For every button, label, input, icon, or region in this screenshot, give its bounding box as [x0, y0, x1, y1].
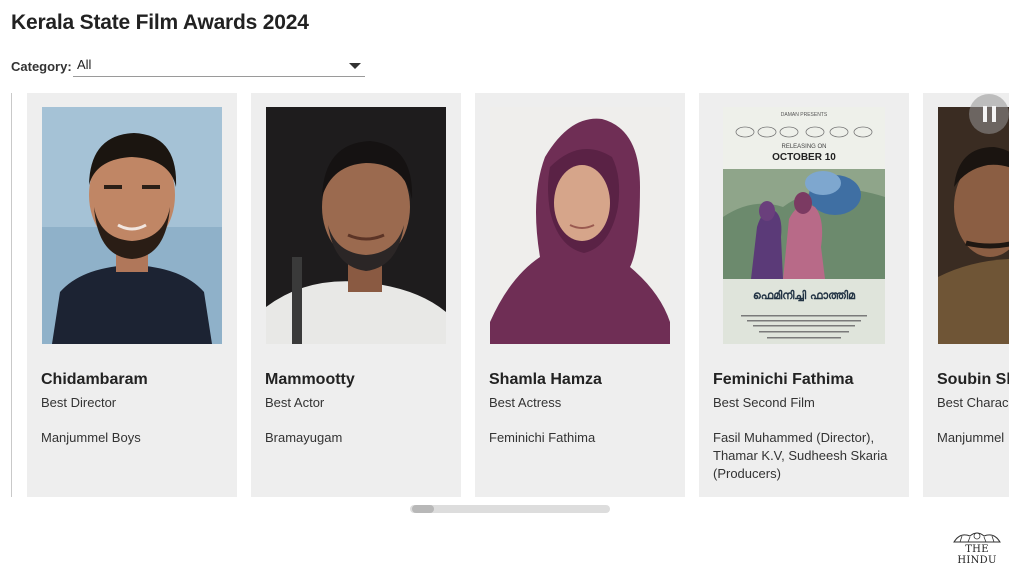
carousel-pause-button[interactable] [969, 94, 1009, 134]
winner-photo [938, 107, 1009, 344]
poster-release-date: OCTOBER 10 [772, 152, 836, 163]
award-card[interactable]: Chidambaram Best Director Manjummel Boys [27, 93, 237, 497]
winner-name: Shamla Hamza [489, 371, 602, 388]
film-title: Bramayugam [265, 430, 343, 445]
category-selected-value: All [77, 57, 92, 72]
award-card[interactable]: Soubin Sh Best Charac Manjummel [923, 93, 1009, 497]
the-hindu-logo: THE HINDU [944, 530, 1010, 566]
poster-release-label: RELEASING ON [781, 144, 826, 150]
winner-photo [490, 107, 670, 344]
hindu-emblem-icon [953, 532, 1001, 543]
category-select[interactable]: All [73, 55, 365, 77]
poster-presents: DAMAN PRESENTS [781, 112, 828, 118]
film-poster: DAMAN PRESENTS RELEASING ON OCTOBER 10 ഫ… [723, 107, 885, 344]
winner-name: Feminichi Fathima [713, 371, 854, 388]
carousel-scrollbar-thumb[interactable] [412, 505, 434, 513]
film-title: Manjummel [937, 430, 1005, 445]
pause-icon [982, 106, 987, 122]
winner-name: Soubin Sh [937, 371, 1009, 388]
page-title: Kerala State Film Awards 2024 [11, 11, 309, 34]
award-category: Best Director [41, 395, 117, 410]
caret-down-icon[interactable] [349, 63, 361, 69]
winner-name: Mammootty [265, 371, 355, 388]
film-title: Feminichi Fathima [489, 430, 596, 445]
awards-carousel[interactable]: Chidambaram Best Director Manjummel Boys… [11, 93, 1009, 497]
winner-photo [266, 107, 446, 344]
winner-photo [42, 107, 222, 344]
winner-name: Chidambaram [41, 371, 148, 388]
pause-icon [991, 106, 996, 122]
carousel-scrollbar[interactable] [410, 505, 610, 513]
award-card[interactable]: DAMAN PRESENTS RELEASING ON OCTOBER 10 ഫ… [699, 93, 909, 497]
category-label: Category: [11, 58, 72, 74]
logo-text: THE HINDU [957, 544, 997, 566]
award-card[interactable]: Mammootty Best Actor Bramayugam [251, 93, 461, 497]
award-category: Best Charac [937, 395, 1009, 410]
award-category: Best Actress [489, 395, 562, 410]
award-category: Best Actor [265, 395, 325, 410]
award-card[interactable]: Shamla Hamza Best Actress Feminichi Fath… [475, 93, 685, 497]
award-category: Best Second Film [713, 395, 815, 410]
poster-malayalam-title: ഫെമിനിച്ചി ഫാത്തിമ [753, 289, 856, 302]
film-title: Fasil Muhammed (Director), Thamar K.V, S… [713, 430, 888, 481]
film-title: Manjummel Boys [41, 430, 141, 445]
category-filter: Category: All [11, 55, 365, 77]
